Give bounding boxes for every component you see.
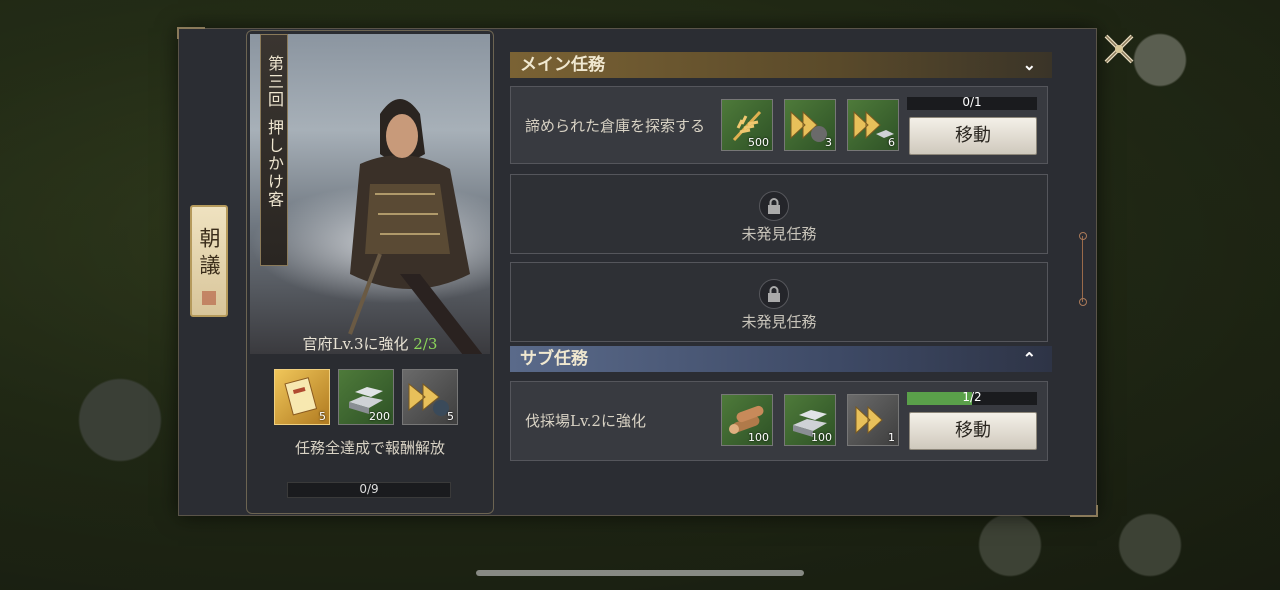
reward-qty: 5 [447,410,454,423]
sub-quest-title: サブ任務 [520,349,588,369]
wood-icon[interactable]: 100 [721,394,773,446]
iron-ingot-icon[interactable]: 100 [784,394,836,446]
unlock-text: 任務全達成で報酬解放 [294,439,445,457]
reward-qty: 6 [888,136,895,149]
sub-quest-header[interactable]: サブ任務 ⌃ [510,346,1052,372]
court-tab-label: 朝議 [197,227,221,281]
iron-ingot-icon[interactable]: 200 [338,369,394,425]
wheat-icon[interactable]: 500 [721,99,773,151]
main-quest-title: メイン任務 [520,55,605,75]
goal-text: 官府Lv.3に強化 [302,335,409,353]
quest-name: 諦められた倉庫を探索する [525,117,706,135]
lock-icon [759,279,789,309]
home-indicator[interactable] [476,570,804,576]
scrollbar[interactable] [1079,232,1089,306]
quest-list: メイン任務 ⌄ 諦められた倉庫を探索する 500 3 6 0/1 移動 未発見任… [494,36,1072,506]
quest-progress-bar: 0/1 [907,95,1037,110]
locked-quest-text: 未発見任務 [741,225,817,243]
main-quest-header[interactable]: メイン任務 ⌄ [510,52,1052,78]
locked-quest-card: 未発見任務 [510,174,1048,254]
reward-qty: 1 [888,431,895,444]
reward-qty: 5 [319,410,326,423]
locked-quest-text: 未発見任務 [741,313,817,331]
chapter-panel: 第三回 押しかけ客 官府Lv.3に強化 2/3 5 200 5 任務全達成で報酬… [246,30,494,514]
quest-name: 伐採場Lv.2に強化 [525,412,646,430]
quest-progress-text: 0/1 [962,95,982,109]
reward-qty: 200 [369,410,390,423]
speedup-arrow-icon[interactable]: 1 [847,394,899,446]
reward-qty: 3 [825,136,832,149]
close-icon[interactable] [1098,28,1140,70]
chapter-progress-bar: 0/9 [287,482,451,498]
go-button[interactable]: 移動 [909,117,1037,155]
chapter-banner: 第三回 押しかけ客 [260,34,288,266]
reward-qty: 100 [748,431,769,444]
quest-progress-text: 1/2 [962,390,982,404]
soldier-speedup-icon[interactable]: 3 [784,99,836,151]
iron-speedup-icon[interactable]: 6 [847,99,899,151]
chapter-rewards: 5 200 5 [274,369,458,425]
locked-quest-card: 未発見任務 [510,262,1048,342]
quest-progress-bar: 1/2 [907,390,1037,405]
lock-icon [759,191,789,221]
chevron-down-icon[interactable]: ⌄ [1023,52,1036,78]
goal-progress: 2/3 [413,335,438,353]
go-button[interactable]: 移動 [909,412,1037,450]
seal-icon [202,291,216,305]
hero-illustration [348,99,483,354]
quest-card: 諦められた倉庫を探索する 500 3 6 0/1 移動 [510,86,1048,164]
reward-qty: 500 [748,136,769,149]
speedup-arrow-icon[interactable]: 5 [402,369,458,425]
quest-card: 伐採場Lv.2に強化 100 100 1 1/2 移動 [510,381,1048,461]
chevron-up-icon[interactable]: ⌃ [1023,346,1036,372]
chapter-progress-text: 0/9 [359,482,379,496]
reward-qty: 100 [811,431,832,444]
chapter-number: 第三回 [265,55,284,109]
chapter-goal: 官府Lv.3に強化 2/3 [247,333,493,354]
chapter-title: 押しかけ客 [265,119,284,209]
court-tab[interactable]: 朝議 [190,205,228,317]
scroll-book-icon[interactable]: 5 [274,369,330,425]
